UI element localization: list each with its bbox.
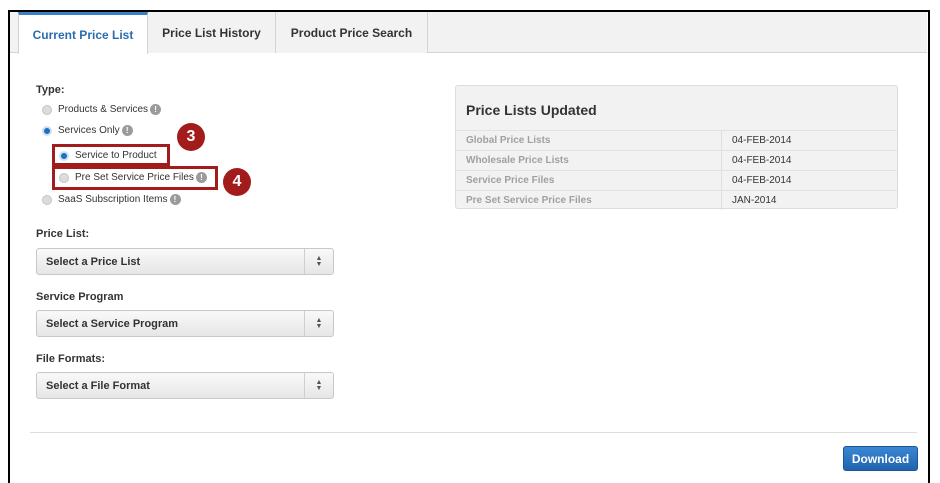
radio-preset-service-price-files[interactable]: Pre Set Service Price Files ! — [59, 172, 207, 183]
file-format-select-value: Select a File Format — [46, 379, 150, 392]
radio-label: SaaS Subscription Items — [58, 194, 168, 205]
tab-current-price-list[interactable]: Current Price List — [18, 12, 148, 54]
radio-button[interactable] — [42, 104, 52, 115]
info-icon[interactable]: ! — [195, 172, 207, 183]
price-list-select-value: Select a Price List — [46, 255, 141, 268]
row-date: 04-FEB-2014 — [732, 155, 792, 166]
file-format-select[interactable]: Select a File Format ▲ ▼ — [36, 372, 334, 399]
row-date: JAN-2014 — [732, 195, 777, 206]
radio-label: Service to Product — [75, 150, 157, 161]
radio-services-only[interactable]: Services Only ! — [42, 125, 133, 136]
tab-price-list-history[interactable]: Price List History — [148, 12, 276, 53]
row-name: Service Price Files — [456, 171, 722, 190]
service-program-select[interactable]: Select a Service Program ▲ ▼ — [36, 310, 334, 337]
panel-title: Price Lists Updated — [466, 102, 597, 118]
radio-label: Products & Services — [58, 104, 149, 115]
tab-bar: Current Price List Price List History Pr… — [10, 12, 927, 54]
row-name: Wholesale Price Lists — [456, 151, 722, 170]
service-program-label: Service Program — [36, 291, 124, 303]
select-arrows-icon: ▲ ▼ — [304, 373, 333, 398]
table-row: Service Price Files 04-FEB-2014 — [456, 170, 897, 190]
select-arrows-icon: ▲ ▼ — [304, 249, 333, 274]
callout-badge-3: 3 — [177, 123, 205, 151]
type-label: Type: — [36, 84, 65, 96]
radio-saas-subscription[interactable]: SaaS Subscription Items ! — [42, 194, 181, 205]
radio-products-services[interactable]: Products & Services ! — [42, 104, 162, 115]
service-program-select-value: Select a Service Program — [46, 317, 179, 330]
row-date: 04-FEB-2014 — [732, 175, 792, 186]
radio-service-to-product[interactable]: Service to Product — [59, 150, 157, 161]
tab-product-price-search[interactable]: Product Price Search — [276, 12, 428, 53]
file-formats-label: File Formats: — [36, 353, 106, 365]
radio-button[interactable] — [42, 125, 52, 136]
select-arrows-icon: ▲ ▼ — [304, 311, 333, 336]
price-lists-updated-panel: Price Lists Updated Global Price Lists 0… — [455, 85, 898, 210]
updated-table: Global Price Lists 04-FEB-2014 Wholesale… — [456, 130, 897, 210]
row-name: Global Price Lists — [456, 131, 722, 150]
info-icon[interactable]: ! — [169, 194, 181, 205]
radio-label: Pre Set Service Price Files — [75, 172, 194, 183]
app-frame — [8, 10, 930, 483]
radio-button[interactable] — [59, 172, 69, 183]
radio-label: Services Only — [58, 125, 120, 136]
radio-button[interactable] — [59, 150, 69, 161]
footer-divider — [30, 432, 917, 433]
download-button[interactable]: Download — [843, 446, 918, 471]
row-date: 04-FEB-2014 — [732, 135, 792, 146]
info-icon[interactable]: ! — [121, 125, 133, 136]
radio-button[interactable] — [42, 194, 52, 205]
table-row: Pre Set Service Price Files JAN-2014 — [456, 190, 897, 210]
row-name: Pre Set Service Price Files — [456, 191, 722, 210]
price-list-label: Price List: — [36, 228, 90, 240]
price-list-select[interactable]: Select a Price List ▲ ▼ — [36, 248, 334, 275]
info-icon[interactable]: ! — [150, 104, 162, 115]
table-row: Global Price Lists 04-FEB-2014 — [456, 130, 897, 150]
callout-badge-4: 4 — [223, 168, 251, 196]
table-row: Wholesale Price Lists 04-FEB-2014 — [456, 150, 897, 170]
